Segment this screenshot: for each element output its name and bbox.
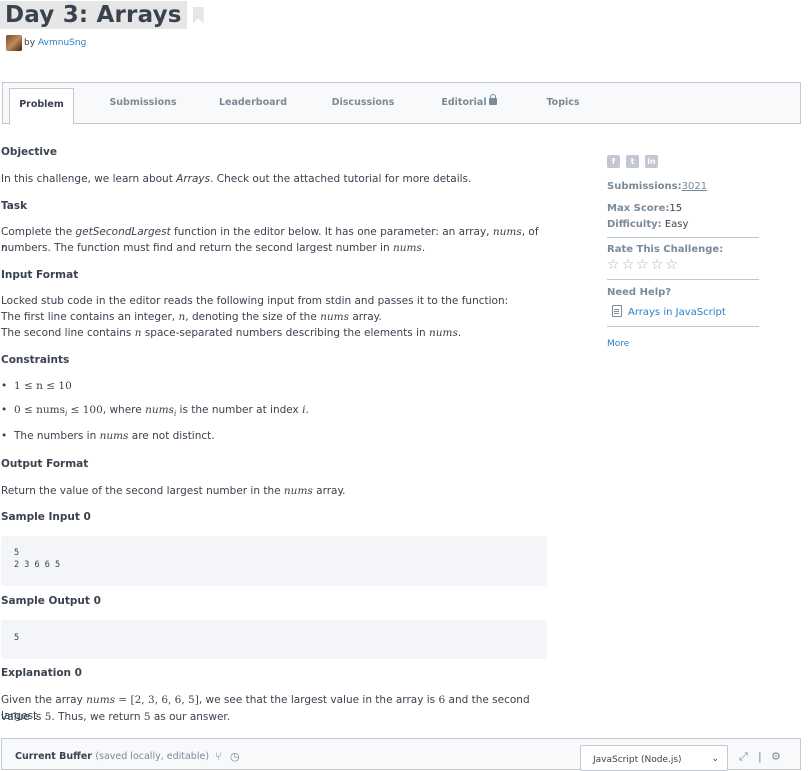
document-icon xyxy=(612,305,622,317)
input-format-line-2: The first line contains an integer, n, d… xyxy=(1,311,382,323)
author-link[interactable]: AvmnuSng xyxy=(38,38,86,48)
difficulty-stat: Difficulty: Easy xyxy=(607,219,689,230)
social-share: f t in xyxy=(607,155,658,168)
chevron-down-icon: ⌄ xyxy=(711,754,719,764)
constraint-item: The numbers in nums are not distinct. xyxy=(1,428,215,444)
input-format-line-1: Locked stub code in the editor reads the… xyxy=(1,295,509,307)
facebook-icon[interactable]: f xyxy=(607,155,620,168)
avatar[interactable] xyxy=(6,35,22,51)
tutorial-link[interactable]: Arrays in JavaScript xyxy=(628,307,726,318)
tab-leaderboard[interactable]: Leaderboard xyxy=(213,83,293,123)
tab-topics[interactable]: Topics xyxy=(523,83,603,123)
language-select[interactable]: JavaScript (Node.js) ⌄ xyxy=(580,745,728,771)
objective-text: In this challenge, we learn about Arrays… xyxy=(1,173,472,185)
explanation-line-2: value is 5. Thus, we return 5 as our ans… xyxy=(1,711,231,723)
constraint-item: 1 ≤ n ≤ 10 xyxy=(1,378,72,394)
output-format-text: Return the value of the second largest n… xyxy=(1,485,346,497)
rating-stars[interactable]: ☆ ☆ ☆ ☆ ☆ xyxy=(607,258,678,272)
more-link[interactable]: More xyxy=(607,339,629,349)
code-line: 5 xyxy=(14,548,20,558)
input-format-heading: Input Format xyxy=(1,269,79,281)
branch-icon[interactable]: ⑂ xyxy=(215,750,222,763)
tab-problem[interactable]: Problem xyxy=(9,88,74,125)
input-format-line-3: The second line contains n space-separat… xyxy=(1,327,462,339)
tab-submissions[interactable]: Submissions xyxy=(103,83,183,123)
tab-bar: Problem Submissions Leaderboard Discussi… xyxy=(2,82,801,125)
page-title: Day 3: Arrays xyxy=(0,1,187,29)
more-row: More xyxy=(607,339,629,349)
code-line: 5 xyxy=(14,633,20,643)
explanation-heading: Explanation 0 xyxy=(1,667,82,679)
need-help-label: Need Help? xyxy=(607,287,672,298)
linkedin-icon[interactable]: in xyxy=(645,155,658,168)
objective-heading: Objective xyxy=(1,146,57,158)
code-line: 2 3 6 6 5 xyxy=(14,560,61,570)
max-score-stat: Max Score:15 xyxy=(607,203,683,214)
divider: | xyxy=(758,750,762,763)
current-buffer-label: Current Buffer (saved locally, editable) xyxy=(15,751,210,762)
star-icon[interactable]: ☆ xyxy=(665,258,678,272)
editor-toolbar: Current Buffer (saved locally, editable)… xyxy=(1,738,801,771)
star-icon[interactable]: ☆ xyxy=(607,258,620,272)
submissions-stat: Submissions:3021 xyxy=(607,181,708,192)
divider xyxy=(607,279,759,280)
tab-discussions[interactable]: Discussions xyxy=(323,83,403,123)
constraint-item: 0 ≤ numsi ≤ 100, where numsi is the numb… xyxy=(1,402,309,422)
fullscreen-icon[interactable]: ⤢ xyxy=(739,750,748,764)
tab-editorial[interactable]: Editorial xyxy=(429,83,509,123)
history-icon[interactable]: ◷ xyxy=(230,750,240,763)
output-format-heading: Output Format xyxy=(1,458,89,470)
twitter-icon[interactable]: t xyxy=(626,155,639,168)
author-line: by AvmnuSng xyxy=(6,35,86,51)
bookmark-icon[interactable] xyxy=(192,6,204,24)
tutorial-item[interactable]: Arrays in JavaScript xyxy=(612,305,726,318)
sample-output-block: 5 xyxy=(1,620,547,659)
task-text-2: numbers. The function must find and retu… xyxy=(1,242,426,254)
submissions-count-link[interactable]: 3021 xyxy=(682,181,707,192)
star-icon[interactable]: ☆ xyxy=(636,258,649,272)
star-icon[interactable]: ☆ xyxy=(651,258,664,272)
task-heading: Task xyxy=(1,200,28,212)
divider xyxy=(607,326,759,327)
constraints-heading: Constraints xyxy=(1,354,70,366)
rate-label: Rate This Challenge: xyxy=(607,244,724,255)
star-icon[interactable]: ☆ xyxy=(622,258,635,272)
lock-icon xyxy=(488,94,497,105)
author-by: by xyxy=(24,38,36,48)
sample-input-block: 5 2 3 6 6 5 xyxy=(1,536,547,586)
divider xyxy=(607,237,759,238)
settings-gear-icon[interactable]: ⚙ xyxy=(771,750,781,763)
title-row: Day 3: Arrays xyxy=(0,0,204,30)
tab-editorial-label: Editorial xyxy=(441,97,487,108)
sample-output-heading: Sample Output 0 xyxy=(1,595,101,607)
sample-input-heading: Sample Input 0 xyxy=(1,511,91,523)
